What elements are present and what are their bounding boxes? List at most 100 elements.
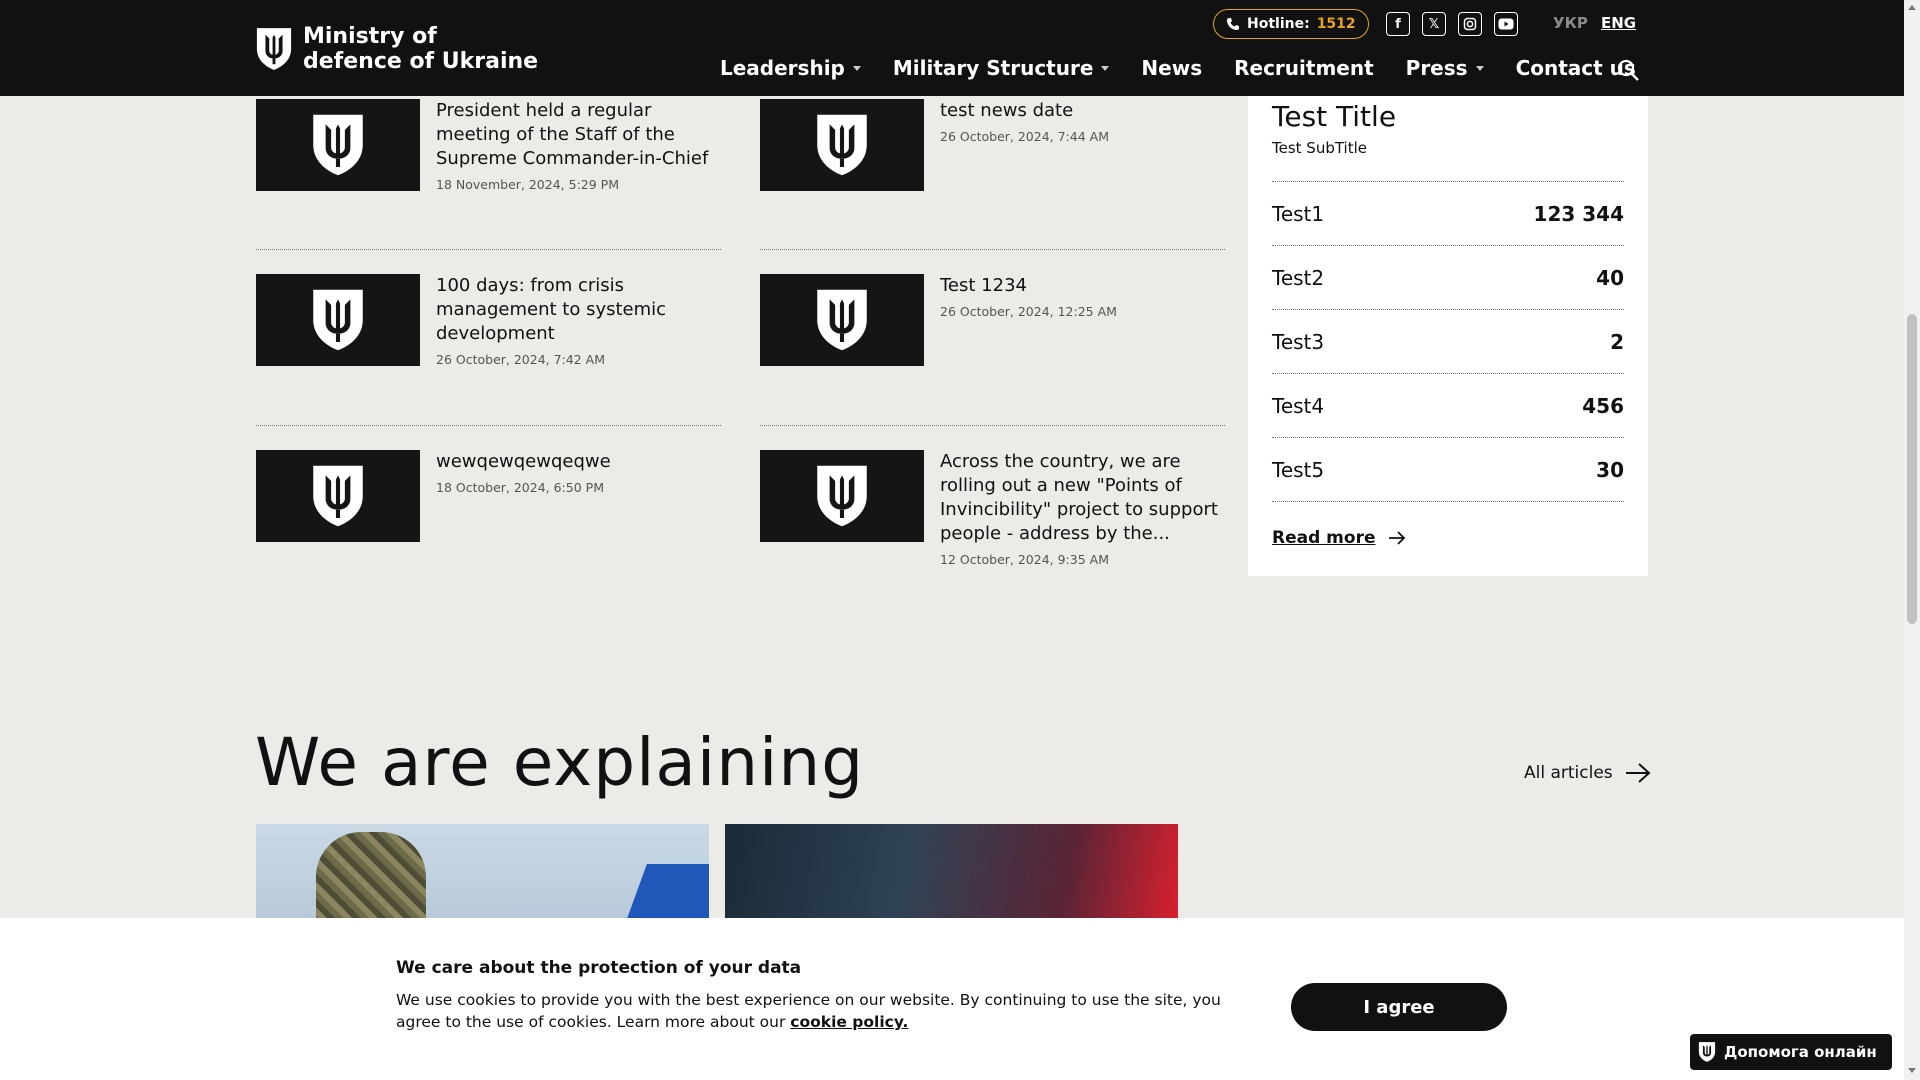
main-nav: Leadership Military Structure News Recru… (720, 56, 1636, 80)
news-thumbnail (760, 450, 924, 542)
flag (625, 864, 709, 924)
news-thumbnail (256, 274, 420, 366)
help-online-label: Допомога онлайн (1724, 1043, 1877, 1061)
agree-button[interactable]: I agree (1291, 983, 1507, 1031)
stat-value: 30 (1596, 457, 1624, 482)
trident-shield-icon (817, 465, 867, 527)
stat-row: Test3 2 (1272, 310, 1624, 374)
news-item[interactable]: wewqewqewqeqwe 18 October, 2024, 6:50 PM (256, 450, 721, 542)
all-articles-link[interactable]: All articles (1524, 762, 1651, 784)
stat-label: Test3 (1272, 329, 1325, 354)
phone-icon (1227, 18, 1239, 30)
arrow-right-icon (1625, 763, 1651, 783)
nav-military-structure[interactable]: Military Structure (893, 56, 1110, 80)
lang-eng-link[interactable]: ENG (1601, 14, 1636, 32)
trident-shield-icon (817, 289, 867, 351)
news-item[interactable]: Test 1234 26 October, 2024, 12:25 AM (760, 274, 1225, 366)
trident-shield-icon (313, 465, 363, 527)
article-image-red-light[interactable] (725, 824, 1178, 924)
trident-shield-icon (1698, 1042, 1716, 1062)
cookie-heading: We care about the protection of your dat… (396, 958, 802, 978)
stat-row: Test2 40 (1272, 246, 1624, 310)
news-item[interactable]: 100 days: from crisis management to syst… (256, 274, 721, 367)
caret-down-icon (852, 65, 861, 71)
hotline-label: Hotline: (1247, 16, 1310, 32)
site-header: Ministry of defence of Ukraine Hotline: … (0, 0, 1904, 96)
nav-leadership[interactable]: Leadership (720, 56, 861, 80)
stat-label: Test5 (1272, 457, 1325, 482)
stats-subtitle: Test SubTitle (1272, 139, 1368, 157)
site-logo[interactable]: Ministry of defence of Ukraine (255, 24, 538, 74)
news-date: 26 October, 2024, 7:44 AM (940, 129, 1109, 144)
news-thumbnail (760, 99, 924, 191)
news-date: 18 November, 2024, 5:29 PM (436, 177, 619, 192)
news-title[interactable]: Across the country, we are rolling out a… (940, 450, 1225, 546)
lang-ukr-link[interactable]: УКР (1553, 14, 1588, 32)
news-date: 26 October, 2024, 12:25 AM (940, 304, 1117, 319)
nav-label: News (1141, 56, 1203, 80)
read-more-link[interactable]: Read more (1272, 528, 1624, 548)
logo-line-1: Ministry of (303, 24, 437, 49)
section-title: We are explaining (255, 724, 865, 801)
news-title[interactable]: President held a regular meeting of the … (436, 99, 721, 171)
stats-panel: Test Title Test SubTitle Test1 123 344 Te… (1248, 96, 1648, 576)
cookie-text: We use cookies to provide you with the b… (396, 989, 1266, 1033)
x-icon[interactable]: 𝕏 (1422, 12, 1446, 36)
news-title[interactable]: Test 1234 (940, 274, 1117, 298)
trident-shield-icon (313, 114, 363, 176)
stat-label: Test2 (1272, 265, 1325, 290)
scroll-up-icon[interactable] (1908, 5, 1916, 10)
news-thumbnail (256, 99, 420, 191)
stat-value: 40 (1596, 265, 1624, 290)
news-date: 26 October, 2024, 7:42 AM (436, 352, 605, 367)
stat-value: 2 (1610, 329, 1624, 354)
hotline-number: 1512 (1316, 16, 1356, 32)
news-date: 12 October, 2024, 9:35 AM (940, 552, 1109, 567)
stat-value: 123 344 (1533, 201, 1624, 226)
trident-shield-icon (256, 28, 292, 70)
instagram-icon[interactable] (1458, 12, 1482, 36)
social-links: f 𝕏 (1386, 12, 1518, 36)
stat-row: Test5 30 (1272, 438, 1624, 502)
facebook-icon[interactable]: f (1386, 12, 1410, 36)
nav-news[interactable]: News (1141, 56, 1202, 80)
nav-label: Military Structure (892, 56, 1094, 80)
help-online-button[interactable]: Допомога онлайн (1690, 1034, 1892, 1070)
article-image-soldier[interactable] (256, 824, 709, 924)
cookie-banner: We care about the protection of your dat… (0, 918, 1904, 1080)
news-divider (760, 249, 1225, 250)
news-title[interactable]: 100 days: from crisis management to syst… (436, 274, 721, 346)
stats-list: Test1 123 344 Test2 40 Test3 2 Test4 456 Tes… (1272, 181, 1624, 502)
trident-shield-icon (313, 289, 363, 351)
caret-down-icon (1101, 65, 1110, 71)
arrow-right-icon (1388, 531, 1405, 545)
scrollbar-thumb[interactable] (1907, 314, 1917, 624)
nav-label: Press (1405, 56, 1468, 80)
nav-recruitment[interactable]: Recruitment (1234, 56, 1374, 80)
stat-row: Test1 123 344 (1272, 182, 1624, 246)
news-thumbnail (760, 274, 924, 366)
logo-line-2: defence of Ukraine (303, 49, 539, 74)
news-item[interactable]: test news date 26 October, 2024, 7:44 AM (760, 99, 1225, 191)
camouflage-cap (316, 832, 426, 924)
all-articles-label: All articles (1524, 763, 1613, 783)
scroll-down-icon[interactable] (1908, 1068, 1916, 1073)
hotline-badge[interactable]: Hotline: 1512 (1213, 9, 1369, 39)
search-icon[interactable] (1616, 58, 1640, 82)
news-item[interactable]: Across the country, we are rolling out a… (760, 450, 1225, 567)
news-item[interactable]: President held a regular meeting of the … (256, 99, 721, 192)
news-divider (760, 425, 1225, 426)
cookie-policy-link[interactable]: cookie policy. (790, 1013, 908, 1031)
news-title[interactable]: test news date (940, 99, 1109, 123)
trident-shield-icon (817, 114, 867, 176)
stat-row: Test4 456 (1272, 374, 1624, 438)
nav-press[interactable]: Press (1406, 56, 1484, 80)
news-divider (256, 425, 721, 426)
news-thumbnail (256, 450, 420, 542)
read-more-label: Read more (1272, 528, 1376, 548)
stats-title: Test Title (1272, 100, 1397, 133)
news-title[interactable]: wewqewqewqeqwe (436, 450, 611, 474)
youtube-icon[interactable] (1494, 12, 1518, 36)
news-divider (256, 249, 721, 250)
stat-value: 456 (1582, 393, 1624, 418)
